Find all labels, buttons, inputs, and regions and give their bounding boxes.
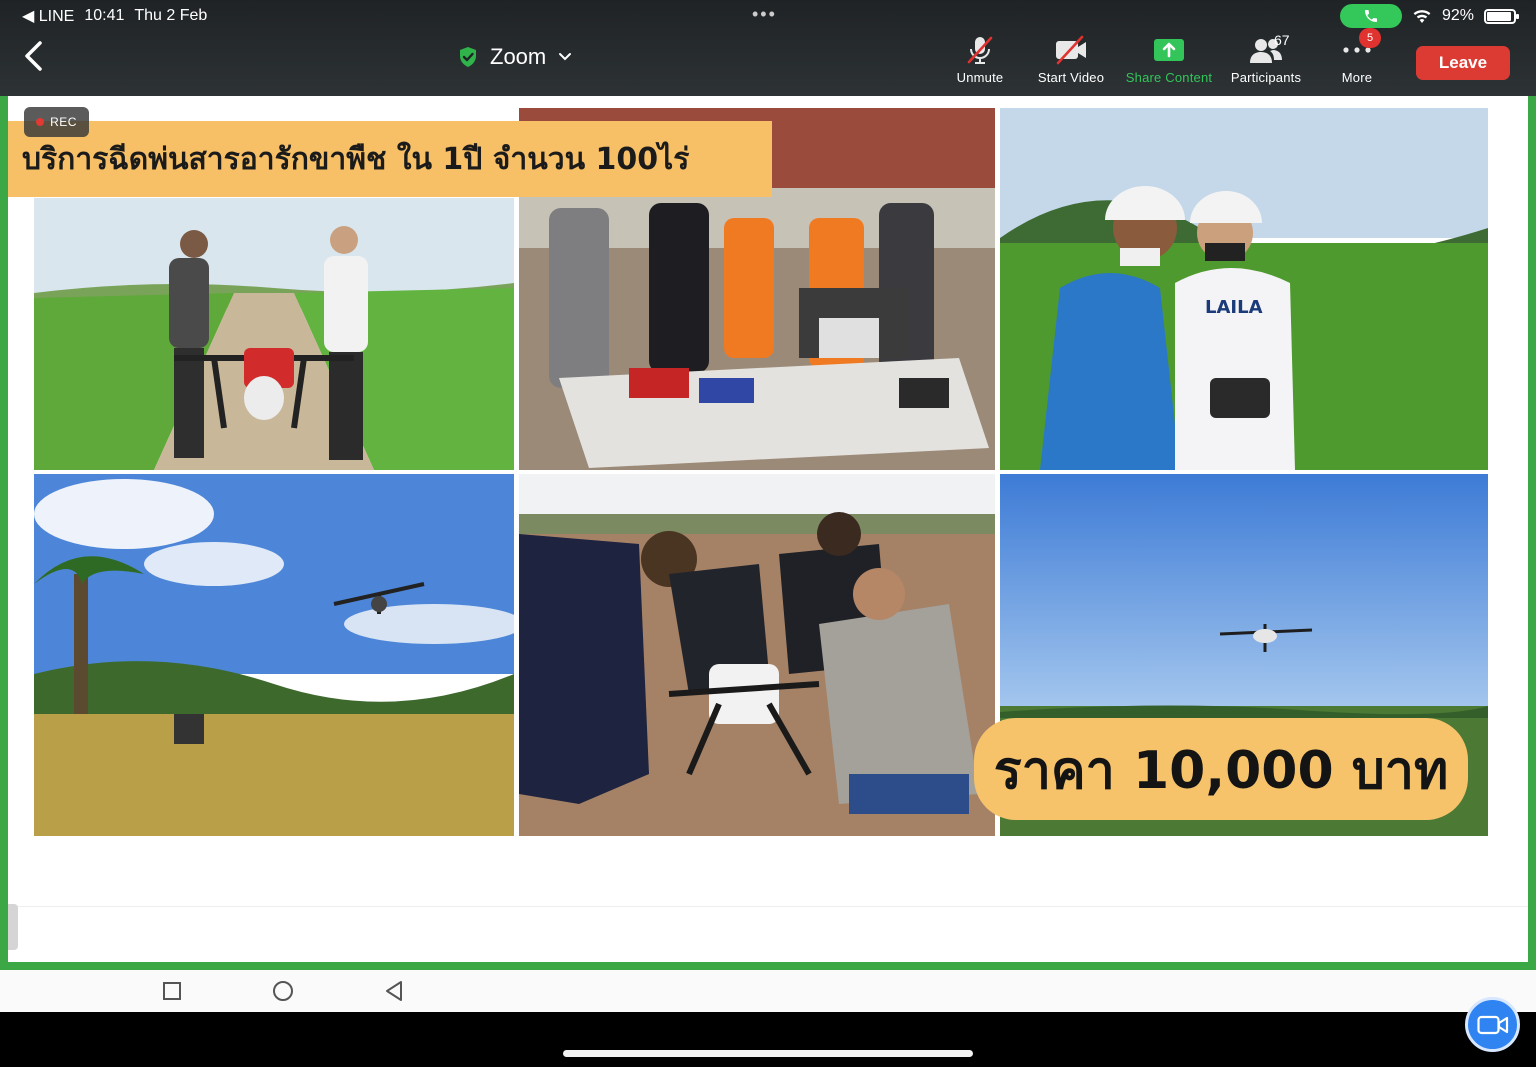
content-divider — [8, 906, 1528, 907]
mic-off-icon — [967, 36, 993, 64]
active-call-pill[interactable] — [1339, 4, 1402, 28]
recording-indicator[interactable]: REC — [24, 107, 89, 137]
price-label: ราคา 10,000 บาท — [974, 718, 1468, 820]
participants-button[interactable]: 67 Participants — [1224, 32, 1308, 90]
photo-drone-flying-over-field — [34, 474, 514, 836]
recording-label: REC — [50, 115, 77, 129]
chevron-left-icon — [25, 41, 42, 71]
square-icon — [163, 982, 181, 1000]
multitask-dots-icon[interactable]: ••• — [752, 4, 777, 25]
meeting-title: Zoom — [490, 44, 547, 69]
status-time: 10:41 — [84, 7, 125, 24]
back-to-app-link[interactable]: ◀ LINE — [22, 6, 74, 26]
slide-title: บริการฉีดพ่นสารอารักขาพืช ใน 1ปี จำนวน 1… — [8, 121, 772, 197]
photo-controller-training: LAILA — [1000, 108, 1488, 470]
floating-video-button[interactable] — [1465, 997, 1520, 1052]
recent-apps-button[interactable] — [160, 979, 184, 1003]
home-indicator[interactable] — [563, 1050, 973, 1057]
chevron-down-icon — [559, 53, 572, 61]
share-up-arrow-icon — [1154, 39, 1184, 61]
zoom-toolbar: ◀ LINE 10:41 Thu 2 Feb ••• 92% Zoom Unmu… — [0, 0, 1536, 96]
leave-button[interactable]: Leave — [1416, 46, 1510, 80]
start-video-button[interactable]: Start Video — [1031, 34, 1111, 90]
record-dot-icon — [36, 118, 45, 126]
circle-icon — [273, 981, 293, 1001]
shield-check-icon — [460, 47, 476, 67]
unmute-button[interactable]: Unmute — [950, 34, 1010, 90]
bottom-black-bar — [0, 1012, 1536, 1067]
video-off-icon — [1056, 35, 1086, 65]
triangle-back-icon — [386, 981, 402, 1001]
share-content-button[interactable]: Share Content — [1119, 34, 1219, 90]
phone-icon — [1364, 10, 1377, 22]
shared-screen-frame: REC บริการฉีดพ่นสารอารักขาพืช ใน 1ปี จำน… — [0, 96, 1536, 970]
unmute-label: Unmute — [956, 70, 1004, 85]
photo-drone-assembly — [519, 474, 995, 836]
battery-percent: 92% — [1441, 7, 1474, 24]
participants-count: 67 — [1274, 32, 1290, 48]
battery-icon — [1484, 8, 1519, 24]
more-button[interactable]: 5 More — [1332, 28, 1382, 90]
wifi-icon — [1413, 9, 1431, 23]
more-label: More — [1341, 70, 1373, 85]
photo-drone-on-field-path — [34, 198, 514, 470]
start-video-label: Start Video — [1037, 70, 1105, 85]
meeting-title-dropdown[interactable]: Zoom — [458, 44, 572, 70]
video-camera-icon — [1476, 1015, 1508, 1034]
side-panel-handle[interactable] — [8, 904, 18, 950]
status-date: Thu 2 Feb — [134, 7, 208, 24]
home-button[interactable] — [271, 979, 295, 1003]
shirt-logo-text: LAILA — [1205, 297, 1263, 318]
ios-status-bar: ◀ LINE 10:41 Thu 2 Feb ••• 92% — [0, 0, 1536, 32]
share-content-label: Share Content — [1125, 70, 1213, 85]
back-button[interactable] — [18, 38, 48, 74]
android-nav-bar — [0, 970, 1536, 1012]
android-back-button[interactable] — [382, 979, 406, 1003]
shared-screen[interactable]: REC บริการฉีดพ่นสารอารักขาพืช ใน 1ปี จำน… — [8, 96, 1528, 962]
notification-badge: 5 — [1359, 28, 1381, 48]
participants-label: Participants — [1230, 70, 1302, 85]
